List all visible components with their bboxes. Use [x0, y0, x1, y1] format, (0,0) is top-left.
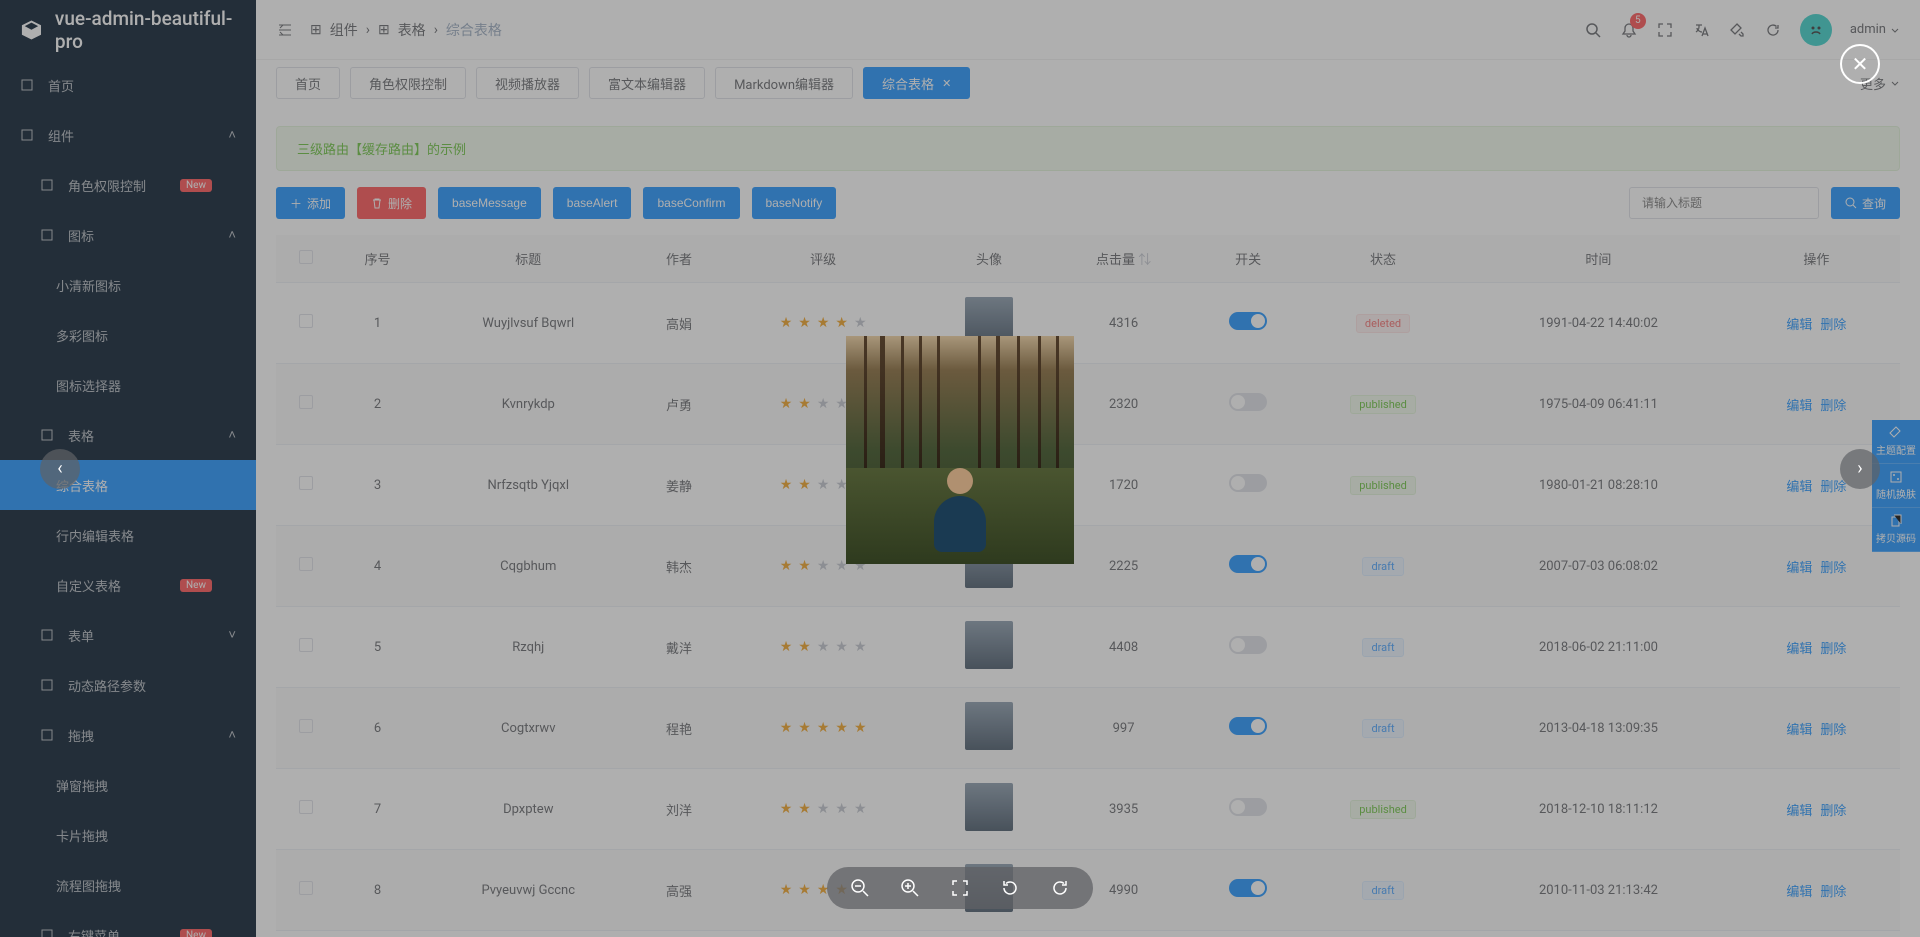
viewer-next-button[interactable]: › [1840, 449, 1880, 489]
rotate-left-icon[interactable] [999, 877, 1021, 899]
viewer-image[interactable] [846, 336, 1074, 564]
original-size-icon[interactable] [949, 877, 971, 899]
viewer-close-button[interactable]: ✕ [1840, 44, 1880, 84]
viewer-prev-button[interactable]: ‹ [40, 449, 80, 489]
rotate-right-icon[interactable] [1049, 877, 1071, 899]
image-viewer: ✕ ‹ › [0, 0, 1920, 937]
viewer-toolbar [827, 867, 1093, 909]
zoom-in-icon[interactable] [899, 877, 921, 899]
zoom-out-icon[interactable] [849, 877, 871, 899]
